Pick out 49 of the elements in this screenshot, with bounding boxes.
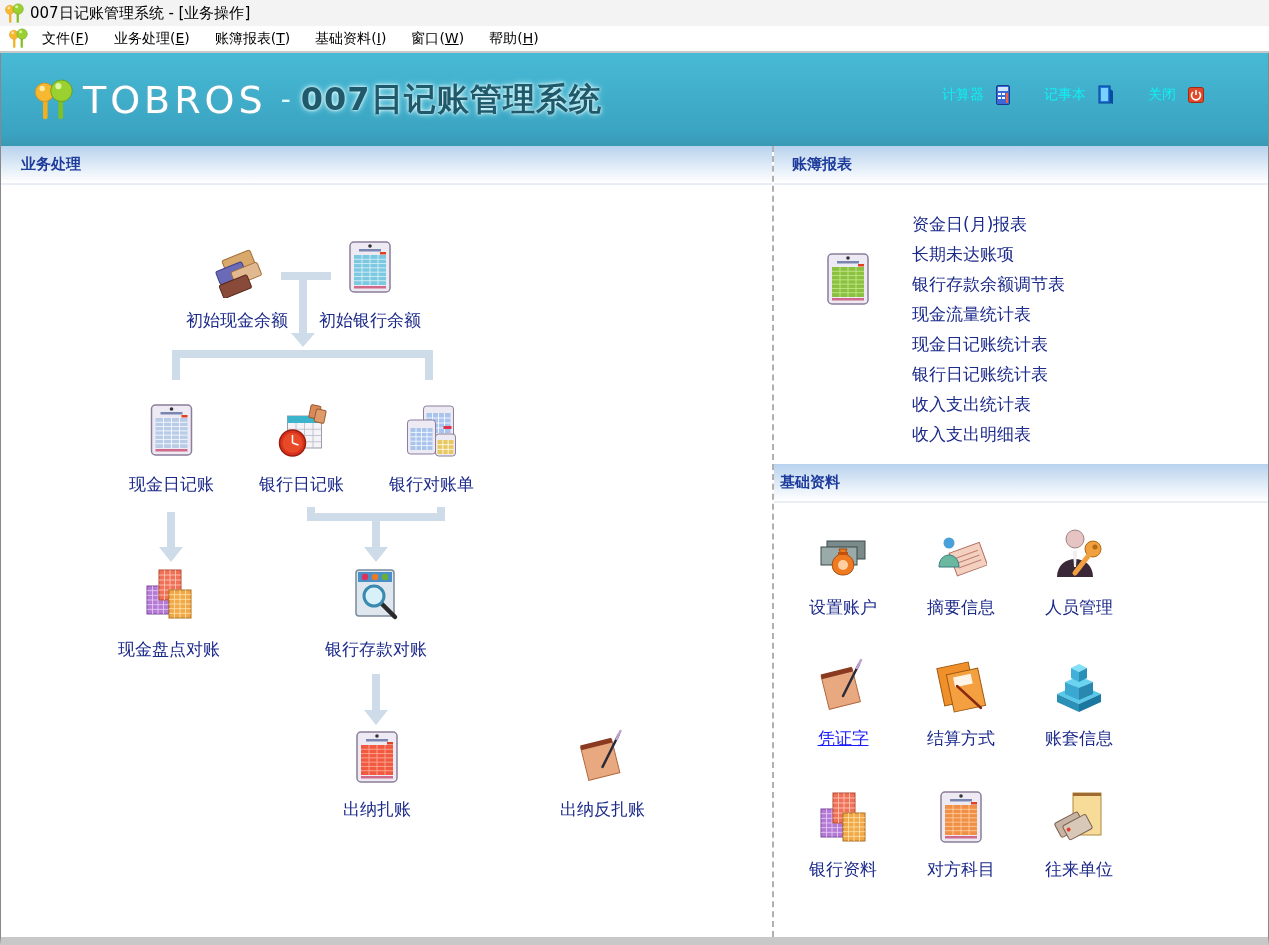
- flow-node-link[interactable]: 出纳扎账: [343, 799, 411, 819]
- report-link[interactable]: 银行存款余额调节表: [912, 269, 1065, 299]
- product-name: 007日记账管理系统: [300, 78, 602, 120]
- app-logo-icon: [8, 28, 28, 49]
- menu-item[interactable]: 账簿报表(T): [214, 29, 291, 48]
- spreadsheet-pages-icon: [817, 789, 869, 845]
- section-title: 业务处理: [21, 155, 81, 174]
- folder-pen-icon: [935, 658, 987, 714]
- basic-data-link[interactable]: 银行资料: [809, 859, 877, 879]
- menu-item[interactable]: 基础资料(I): [315, 29, 387, 48]
- menu-item[interactable]: 业务处理(E): [114, 29, 190, 48]
- app-logo-icon: [33, 77, 73, 122]
- basic-data-link[interactable]: 对方科目: [927, 859, 995, 879]
- app-logo-icon: [4, 2, 24, 24]
- window-title: 007日记账管理系统 - [业务操作]: [30, 3, 251, 23]
- flow-node-link[interactable]: 初始现金余额: [186, 310, 288, 330]
- menu-item[interactable]: 帮助(H): [489, 29, 539, 48]
- report-link[interactable]: 现金日记账统计表: [912, 329, 1065, 359]
- basic-data-link[interactable]: 结算方式: [927, 728, 995, 748]
- flow-node-link[interactable]: 现金盘点对账: [118, 639, 220, 659]
- menu-item[interactable]: 文件(F): [42, 29, 89, 48]
- basic-data-link[interactable]: 人员管理: [1045, 597, 1113, 617]
- brand-separator: -: [280, 83, 291, 116]
- flow-node-link[interactable]: 出纳反扎账: [559, 799, 645, 819]
- basic-data-link[interactable]: 设置账户: [809, 597, 877, 617]
- menu-item[interactable]: 窗口(W): [411, 29, 465, 48]
- section-title: 账簿报表: [792, 155, 852, 174]
- flow-node-link[interactable]: 初始银行余额: [319, 310, 421, 330]
- flow-node-link[interactable]: 银行日记账: [258, 474, 344, 494]
- report-link[interactable]: 资金日(月)报表: [912, 209, 1065, 239]
- report-link[interactable]: 现金流量统计表: [912, 299, 1065, 329]
- calculator-icon: [996, 84, 1010, 105]
- flow-node-link[interactable]: 现金日记账: [128, 474, 214, 494]
- sheet-stack-icon: [405, 404, 457, 460]
- flow-node-link[interactable]: 银行对账单: [388, 474, 474, 494]
- spreadsheet-pages-icon: [143, 566, 195, 622]
- report-link[interactable]: 银行日记账统计表: [912, 359, 1065, 389]
- flow-node-link[interactable]: 银行存款对账: [325, 639, 427, 659]
- notepad-icon: [1098, 84, 1114, 105]
- basic-data-link[interactable]: 摘要信息: [927, 597, 995, 617]
- basic-data-link[interactable]: 账套信息: [1045, 728, 1113, 748]
- report-link[interactable]: 长期未达账项: [912, 239, 1065, 269]
- section-title: 基础资料: [780, 473, 840, 492]
- basic-data-link[interactable]: 凭证字: [817, 728, 869, 748]
- brand-name: TOBROS: [83, 77, 267, 122]
- report-link[interactable]: 收入支出统计表: [912, 389, 1065, 419]
- power-icon: [1188, 86, 1204, 103]
- report-link[interactable]: 收入支出明细表: [912, 419, 1065, 449]
- basic-data-link[interactable]: 往来单位: [1045, 859, 1113, 879]
